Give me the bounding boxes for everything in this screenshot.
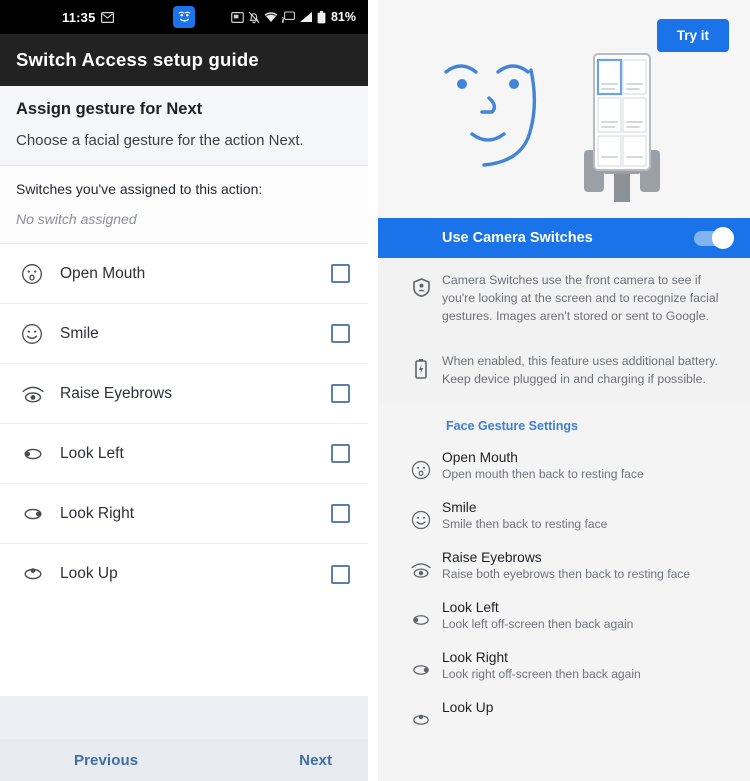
settings-row-title: Look Up: [442, 700, 494, 716]
settings-row-text: Look Left Look left off-screen then back…: [442, 600, 633, 631]
previous-button[interactable]: Previous: [74, 752, 138, 769]
settings-row-look-right[interactable]: Look Right Look right off-screen then ba…: [378, 641, 750, 691]
gesture-row-look-up[interactable]: Look Up: [0, 544, 368, 604]
info-text: Camera Switches use the front camera to …: [442, 273, 719, 323]
settings-row-text: Look Right Look right off-screen then ba…: [442, 650, 641, 681]
use-camera-switches-toggle[interactable]: [694, 226, 734, 249]
settings-row-title: Open Mouth: [442, 450, 518, 466]
settings-row-subtitle: Look right off-screen then back again: [442, 667, 641, 682]
gesture-checkbox[interactable]: [331, 324, 350, 343]
settings-row-title: Smile: [442, 500, 477, 516]
settings-row-subtitle: Smile then back to resting face: [442, 517, 608, 532]
settings-row-open-mouth[interactable]: Open Mouth Open mouth then back to resti…: [378, 441, 750, 491]
settings-row-raise-eyebrows[interactable]: Raise Eyebrows Raise both eyebrows then …: [378, 541, 750, 591]
privacy-shield-icon: [400, 272, 442, 325]
assign-heading: Assign gesture for Next: [16, 100, 203, 118]
toggle-knob: [712, 226, 734, 249]
gesture-row-look-left[interactable]: Look Left: [0, 424, 368, 484]
message-icon: [100, 11, 114, 23]
gesture-label: Look Left: [60, 444, 124, 462]
raise-eyebrows-eye-icon: [20, 382, 54, 406]
info-block: Camera Switches use the front camera to …: [378, 258, 750, 404]
gesture-checkbox[interactable]: [331, 504, 350, 523]
info-row-privacy: Camera Switches use the front camera to …: [378, 258, 750, 339]
gesture-label: Look Right: [60, 504, 135, 522]
gesture-list: Open Mouth Smile Raise Eyebrows Look Lef…: [0, 243, 368, 696]
screenshot-icon: [231, 11, 244, 23]
hero-illustration-area: Try it: [378, 0, 750, 218]
phone-on-stand-illustration: [568, 50, 676, 207]
next-button[interactable]: Next: [299, 752, 332, 769]
gesture-checkbox[interactable]: [331, 564, 350, 584]
gesture-row-look-right[interactable]: Look Right: [0, 484, 368, 544]
settings-row-text: Raise Eyebrows Raise both eyebrows then …: [442, 550, 690, 581]
settings-row-text: Look Up: [442, 700, 493, 717]
app-bar: Switch Access setup guide: [0, 34, 368, 86]
status-time: 11:35: [62, 9, 96, 25]
gesture-checkbox[interactable]: [331, 444, 350, 463]
battery-percent: 81%: [330, 10, 356, 24]
look-right-eye-icon: [20, 502, 54, 526]
gesture-checkbox[interactable]: [331, 384, 350, 403]
use-camera-switches-row[interactable]: Use Camera Switches: [378, 218, 750, 258]
settings-row-title: Look Left: [442, 600, 499, 616]
look-left-eye-icon: [400, 600, 442, 631]
face-gesture-settings-header: Face Gesture Settings: [378, 403, 750, 442]
look-right-eye-icon: [400, 650, 442, 681]
settings-row-subtitle: Open mouth then back to resting face: [442, 467, 644, 482]
try-it-button[interactable]: Try it: [656, 19, 729, 52]
gesture-label: Raise Eyebrows: [60, 384, 172, 402]
settings-row-text: Open Mouth Open mouth then back to resti…: [442, 450, 644, 481]
look-up-eye-icon: [20, 562, 54, 586]
status-bar: 11:35 81%: [0, 0, 368, 34]
cast-icon: [281, 11, 295, 23]
wifi-icon: [264, 11, 278, 23]
raise-eyebrows-eye-icon: [400, 550, 442, 581]
settings-row-title: Look Right: [442, 650, 508, 666]
gesture-row-open-mouth[interactable]: Open Mouth: [0, 244, 368, 304]
settings-row-look-up[interactable]: Look Up: [378, 691, 750, 741]
face-gesture-settings-list: Open Mouth Open mouth then back to resti…: [378, 441, 750, 742]
smile-face-icon: [20, 322, 54, 346]
page-title: Switch Access setup guide: [16, 49, 259, 70]
left-phone-panel: 11:35 81% Switch Access setup guide Assi…: [0, 0, 368, 781]
gesture-label: Smile: [60, 324, 99, 342]
settings-row-title: Raise Eyebrows: [442, 550, 542, 566]
settings-row-smile[interactable]: Smile Smile then back to resting face: [378, 491, 750, 541]
screenshot-stage: 11:35 81% Switch Access setup guide Assi…: [0, 0, 750, 781]
gesture-checkbox[interactable]: [331, 264, 350, 283]
status-bar-right-group: 81%: [231, 10, 356, 24]
camera-switches-face-icon: [173, 6, 195, 28]
footer-navigation: Previous Next: [0, 739, 368, 781]
settings-row-look-left[interactable]: Look Left Look left off-screen then back…: [378, 591, 750, 641]
battery-icon: [317, 10, 326, 24]
open-mouth-face-icon: [400, 450, 442, 481]
smile-face-icon: [400, 500, 442, 531]
look-left-eye-icon: [20, 442, 54, 466]
info-row-battery: When enabled, this feature uses addition…: [378, 339, 750, 403]
gesture-row-smile[interactable]: Smile: [0, 304, 368, 364]
status-bar-left-group: 11:35: [62, 10, 114, 25]
intro-section: Assign gesture for Next Choose a facial …: [0, 86, 368, 165]
gesture-row-raise-eyebrows[interactable]: Raise Eyebrows: [0, 364, 368, 424]
battery-charging-icon: [400, 353, 442, 389]
signal-icon: [299, 11, 313, 23]
look-up-eye-icon: [400, 700, 442, 731]
info-text: When enabled, this feature uses addition…: [442, 354, 718, 387]
assigned-switches-label: Switches you've assigned to this action:: [16, 181, 263, 197]
notifications-muted-icon: [248, 11, 260, 24]
assigned-switches-card: Switches you've assigned to this action:…: [0, 165, 368, 243]
gesture-label: Look Up: [60, 565, 118, 582]
use-camera-switches-label: Use Camera Switches: [442, 230, 593, 246]
open-mouth-face-icon: [20, 262, 54, 286]
gesture-label: Open Mouth: [60, 264, 146, 282]
settings-row-subtitle: Raise both eyebrows then back to resting…: [442, 567, 691, 582]
face-line-art-illustration: [436, 48, 554, 183]
assigned-switches-value: No switch assigned: [16, 211, 137, 227]
assign-description: Choose a facial gesture for the action N…: [16, 132, 304, 149]
settings-row-subtitle: Look left off-screen then back again: [442, 617, 634, 632]
right-settings-panel: Try it Use Camera Switches Camera Switch…: [378, 0, 750, 781]
settings-row-text: Smile Smile then back to resting face: [442, 500, 607, 531]
